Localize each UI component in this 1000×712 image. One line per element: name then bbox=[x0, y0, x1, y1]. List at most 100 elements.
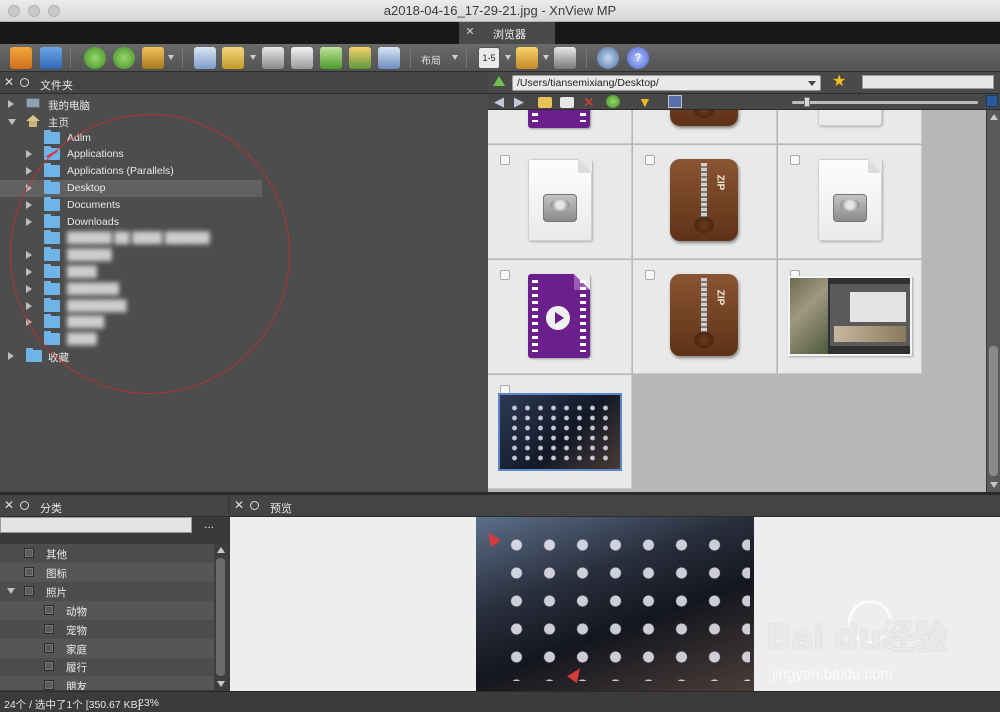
gear-icon[interactable] bbox=[597, 47, 619, 69]
chevron-right-icon[interactable] bbox=[8, 100, 14, 108]
thumbnail-cell[interactable]: ZIP bbox=[633, 145, 777, 259]
thumbnail-cell[interactable] bbox=[488, 110, 632, 144]
back-arrow-icon[interactable]: ◀ bbox=[494, 95, 508, 108]
chevron-down-icon[interactable] bbox=[250, 55, 256, 60]
folder-row[interactable]: ██████ bbox=[0, 247, 488, 264]
folder-row[interactable]: Documents bbox=[0, 196, 488, 214]
folder-row[interactable]: Adlm bbox=[0, 129, 488, 147]
category-row[interactable]: 照片 bbox=[0, 582, 214, 601]
page-range-icon[interactable]: 1-5 bbox=[478, 47, 500, 69]
folder-row[interactable]: ████ bbox=[0, 264, 488, 281]
open-folder-icon[interactable] bbox=[222, 47, 244, 69]
preview-area[interactable] bbox=[230, 517, 1000, 691]
thumbnail-checkbox[interactable] bbox=[790, 155, 800, 165]
category-row[interactable]: 宠物 bbox=[0, 620, 214, 639]
thumbnail-grid[interactable]: ZIP ZIP ZIP bbox=[488, 110, 986, 492]
scroll-down-icon[interactable] bbox=[990, 482, 998, 488]
delete-icon[interactable]: ✕ bbox=[583, 95, 597, 109]
category-checkbox[interactable] bbox=[44, 623, 54, 634]
tab-browser[interactable]: ✕ 浏览器 bbox=[459, 22, 555, 44]
thumbnail-cell[interactable] bbox=[488, 260, 632, 374]
fullscreen-icon[interactable] bbox=[40, 47, 62, 69]
category-checkbox[interactable] bbox=[44, 604, 54, 615]
pin-panel-icon[interactable] bbox=[20, 78, 29, 87]
close-panel-icon[interactable]: ✕ bbox=[4, 499, 16, 511]
thumbnail-size-handle[interactable] bbox=[804, 97, 810, 107]
chevron-right-icon[interactable] bbox=[26, 200, 32, 209]
thumbnail-cell[interactable] bbox=[778, 145, 922, 259]
folder-row[interactable]: ████ bbox=[0, 331, 488, 348]
chevron-down-icon[interactable] bbox=[7, 587, 15, 594]
chevron-right-icon[interactable] bbox=[26, 251, 32, 260]
category-row[interactable]: 家庭 bbox=[0, 638, 214, 658]
edit-image-icon[interactable] bbox=[142, 47, 164, 69]
chevron-right-icon[interactable] bbox=[26, 318, 32, 327]
chevron-down-icon[interactable] bbox=[452, 55, 458, 60]
category-row[interactable]: 履行 bbox=[0, 657, 214, 676]
thumbnail-scrollbar[interactable] bbox=[986, 110, 1000, 492]
rotate-left-icon[interactable] bbox=[84, 47, 106, 69]
folder-row[interactable]: Downloads bbox=[0, 213, 488, 231]
copy-icon[interactable] bbox=[560, 97, 574, 108]
scroll-up-icon[interactable] bbox=[990, 114, 998, 120]
folder-row[interactable]: Desktop bbox=[0, 180, 262, 197]
folder-row[interactable]: ████████ bbox=[0, 297, 488, 315]
chevron-down-icon[interactable] bbox=[808, 81, 816, 86]
binoculars-icon[interactable] bbox=[262, 47, 284, 69]
scroll-up-icon[interactable] bbox=[217, 547, 225, 553]
category-search-input[interactable] bbox=[0, 517, 192, 533]
thumbnail-checkbox[interactable] bbox=[500, 270, 510, 280]
thumbnail-cell[interactable] bbox=[778, 110, 922, 144]
category-checkbox[interactable] bbox=[24, 585, 34, 596]
filter-view-icon[interactable] bbox=[516, 47, 538, 69]
thumbnail-checkbox[interactable] bbox=[645, 270, 655, 280]
pin-panel-icon[interactable] bbox=[20, 501, 29, 510]
thumbnail-cell[interactable] bbox=[488, 375, 632, 489]
category-row[interactable]: 朋友 bbox=[0, 676, 214, 690]
help-icon[interactable]: ? bbox=[627, 47, 649, 69]
quick-filter-input[interactable] bbox=[862, 75, 994, 89]
close-panel-icon[interactable]: ✕ bbox=[4, 76, 16, 88]
folder-row[interactable]: Applications (Parallels) bbox=[0, 163, 488, 180]
category-list[interactable]: 其他 图标 照片 动物 宠物 家庭 履行 朋友 bbox=[0, 544, 214, 690]
folder-tree[interactable]: 我的电脑 主页 Adlm Applications Applications (Para… bbox=[0, 94, 488, 492]
category-row[interactable]: 动物 bbox=[0, 600, 214, 620]
filter-funnel-icon[interactable]: ▼ bbox=[638, 95, 652, 109]
category-row[interactable]: 其他 bbox=[0, 544, 214, 563]
pin-panel-icon[interactable] bbox=[250, 501, 259, 510]
folder-row[interactable]: ██████ ██ ████ ██████ bbox=[0, 230, 488, 247]
category-scrollbar[interactable] bbox=[214, 544, 228, 690]
capture-icon[interactable] bbox=[378, 47, 400, 69]
thumbnail-cell[interactable]: ZIP bbox=[633, 110, 777, 144]
chevron-right-icon[interactable] bbox=[26, 301, 32, 310]
folder-icon[interactable] bbox=[538, 97, 552, 108]
close-tab-icon[interactable]: ✕ bbox=[464, 26, 476, 38]
category-more-button[interactable]: ... bbox=[204, 517, 214, 531]
browse-image-icon[interactable] bbox=[10, 47, 32, 69]
info-icon[interactable] bbox=[194, 47, 216, 69]
chevron-down-icon[interactable] bbox=[505, 55, 511, 60]
chevron-right-icon[interactable] bbox=[26, 150, 32, 159]
chevron-right-icon[interactable] bbox=[26, 167, 32, 176]
path-input[interactable]: /Users/tiansemixiang/Desktop/ bbox=[512, 75, 821, 91]
up-folder-icon[interactable] bbox=[493, 76, 505, 86]
scroll-down-icon[interactable] bbox=[217, 681, 225, 687]
folder-row[interactable]: █████ bbox=[0, 314, 488, 331]
chevron-right-icon[interactable] bbox=[26, 184, 32, 192]
favorite-star-icon[interactable]: ★ bbox=[832, 73, 846, 91]
thumbnail-cell[interactable]: ZIP bbox=[633, 260, 777, 374]
category-checkbox[interactable] bbox=[44, 661, 54, 672]
chevron-down-icon[interactable] bbox=[168, 55, 174, 60]
thumbnail-size-slider[interactable] bbox=[792, 101, 978, 104]
forward-arrow-icon[interactable]: ▶ bbox=[514, 95, 528, 108]
title-bar[interactable]: a2018-04-16_17-29-21.jpg - XnView MP bbox=[0, 0, 1000, 22]
export-icon[interactable] bbox=[320, 47, 342, 69]
view-mode-icon[interactable] bbox=[668, 95, 682, 108]
chevron-down-icon[interactable] bbox=[543, 55, 549, 60]
thumbnail-size-max-icon[interactable] bbox=[986, 95, 998, 107]
folder-row[interactable]: 主页 bbox=[0, 113, 488, 130]
chevron-down-icon[interactable] bbox=[8, 118, 16, 125]
chevron-right-icon[interactable] bbox=[26, 217, 32, 226]
print-icon[interactable] bbox=[291, 47, 313, 69]
chevron-right-icon[interactable] bbox=[26, 268, 32, 276]
